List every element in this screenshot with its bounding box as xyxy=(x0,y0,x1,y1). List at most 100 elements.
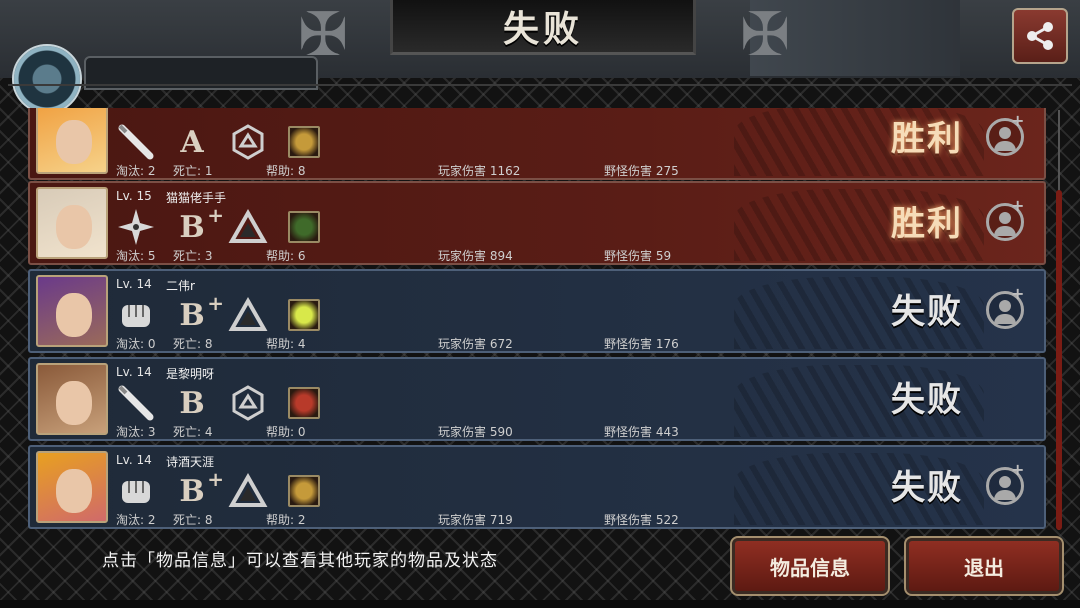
player-row[interactable]: Lv. 14 是黎明呀 B 淘汰: 3 死亡: 4 帮助: 0 玩家伤害 590… xyxy=(28,357,1046,441)
player-row[interactable]: Lv. 14 二伟r B + 淘汰: 0 死亡: 8 帮助: 4 玩家伤害 672… xyxy=(28,269,1046,353)
add-friend-head xyxy=(999,476,1011,488)
match-result: 失败 xyxy=(891,468,963,508)
add-friend-head xyxy=(999,300,1011,312)
bat-icon xyxy=(116,122,156,162)
item-slot xyxy=(284,207,324,247)
player-name: 二伟r xyxy=(166,279,195,293)
left-revolver-wing-icon: ✠ xyxy=(297,0,349,70)
add-friend-icon[interactable]: + xyxy=(986,111,1024,156)
grade-letter: A xyxy=(180,124,204,160)
panel-top-border xyxy=(8,84,1072,86)
red-item-icon xyxy=(288,387,320,419)
player-avatar[interactable] xyxy=(36,108,108,174)
glow-item-icon xyxy=(288,299,320,331)
bottom-bar xyxy=(0,600,1080,608)
avatar-face xyxy=(56,120,92,164)
player-level: Lv. 14 xyxy=(116,453,152,467)
add-friend-body xyxy=(994,314,1016,324)
plus-icon: + xyxy=(1011,460,1025,479)
match-result: 胜利 xyxy=(891,119,963,159)
player-row[interactable]: Lv. 15 猫猫佬手手 B + 淘汰: 5 死亡: 3 帮助: 6 玩家伤害 8… xyxy=(28,181,1046,265)
assists: 帮助: 4 xyxy=(266,337,306,351)
eliminations: 淘汰: 2 xyxy=(116,513,156,527)
exit-button[interactable]: 退出 xyxy=(904,536,1064,596)
loadout: B + xyxy=(116,467,324,511)
add-friend-head xyxy=(999,212,1011,224)
match-result: 失败 xyxy=(891,380,963,420)
avatar-face xyxy=(56,381,92,425)
result-title-plate: 失败 xyxy=(390,0,696,55)
monster-damage: 野怪伤害 59 xyxy=(604,249,672,263)
player-damage: 玩家伤害 719 xyxy=(438,513,513,527)
add-friend-body xyxy=(994,226,1016,236)
grade-badge: B + xyxy=(172,467,224,511)
deaths: 死亡: 1 xyxy=(173,164,213,178)
item-slot xyxy=(284,122,324,162)
player-rank-badge xyxy=(12,44,82,114)
monster-damage: 野怪伤害 522 xyxy=(604,513,679,527)
deaths: 死亡: 3 xyxy=(173,249,213,263)
avatar-face xyxy=(56,469,92,513)
add-friend-icon[interactable]: + xyxy=(986,460,1024,505)
player-list[interactable]: A 淘汰: 2 死亡: 1 帮助: 8 玩家伤害 1162 野怪伤害 275 胜… xyxy=(28,108,1050,532)
monster-damage: 野怪伤害 176 xyxy=(604,337,679,351)
player-avatar[interactable] xyxy=(36,451,108,523)
triangle-rune-icon xyxy=(228,471,268,511)
player-avatar[interactable] xyxy=(36,187,108,259)
assists: 帮助: 2 xyxy=(266,513,306,527)
item-slot xyxy=(284,295,324,335)
deaths: 死亡: 8 xyxy=(173,513,213,527)
player-damage: 玩家伤害 590 xyxy=(438,425,513,439)
monster-damage: 野怪伤害 443 xyxy=(604,425,679,439)
grade-plus: + xyxy=(207,467,224,491)
player-row[interactable]: A 淘汰: 2 死亡: 1 帮助: 8 玩家伤害 1162 野怪伤害 275 胜… xyxy=(28,108,1046,180)
player-avatar[interactable] xyxy=(36,275,108,347)
hint-text: 点击「物品信息」可以查看其他玩家的物品及状态 xyxy=(102,551,498,571)
grade-letter: B xyxy=(179,473,205,509)
add-friend-icon[interactable]: + xyxy=(986,196,1024,241)
deaths: 死亡: 8 xyxy=(173,337,213,351)
crosshair-item-icon xyxy=(288,475,320,507)
grade-badge: B xyxy=(172,383,212,423)
player-damage: 玩家伤害 894 xyxy=(438,249,513,263)
items-info-button[interactable]: 物品信息 xyxy=(730,536,890,596)
crosshair-item-icon xyxy=(288,126,320,158)
add-friend-icon[interactable]: + xyxy=(986,284,1024,329)
list-scrollbar[interactable] xyxy=(1056,110,1062,530)
loadout: A xyxy=(116,122,324,162)
add-friend-body xyxy=(994,141,1016,151)
loadout: B + xyxy=(116,291,324,335)
result-title: 失败 xyxy=(502,8,583,50)
player-damage: 玩家伤害 1162 xyxy=(438,164,521,178)
item-slot xyxy=(284,383,324,423)
player-avatar[interactable] xyxy=(36,363,108,435)
player-row[interactable]: Lv. 14 诗酒天涯 B + 淘汰: 2 死亡: 8 帮助: 2 玩家伤害 71… xyxy=(28,445,1046,529)
eliminations: 淘汰: 3 xyxy=(116,425,156,439)
grade-badge: B + xyxy=(172,203,224,247)
eliminations: 淘汰: 5 xyxy=(116,249,156,263)
scrollbar-thumb[interactable] xyxy=(1056,190,1062,530)
add-friend-body xyxy=(994,490,1016,500)
fist-icon xyxy=(116,471,156,511)
triangle-rune-icon xyxy=(228,207,268,247)
grade-letter: B xyxy=(179,385,205,421)
hexagon-rune-icon xyxy=(228,383,268,423)
add-friend-head xyxy=(999,127,1011,139)
plus-icon: + xyxy=(1011,111,1025,130)
shuriken-icon xyxy=(116,207,156,247)
player-damage: 玩家伤害 672 xyxy=(438,337,513,351)
share-icon xyxy=(1027,22,1053,50)
grade-badge: B + xyxy=(172,291,224,335)
fist-icon xyxy=(116,295,156,335)
player-level: Lv. 14 xyxy=(116,365,152,379)
item-slot xyxy=(284,471,324,511)
player-level: Lv. 14 xyxy=(116,277,152,291)
bat-icon xyxy=(116,383,156,423)
share-button[interactable] xyxy=(1012,8,1068,64)
grade-letter: B xyxy=(179,209,205,245)
assists: 帮助: 8 xyxy=(266,164,306,178)
avatar-face xyxy=(56,293,92,337)
player-level: Lv. 15 xyxy=(116,189,152,203)
match-result: 失败 xyxy=(891,292,963,332)
hexagon-rune-icon xyxy=(228,122,268,162)
